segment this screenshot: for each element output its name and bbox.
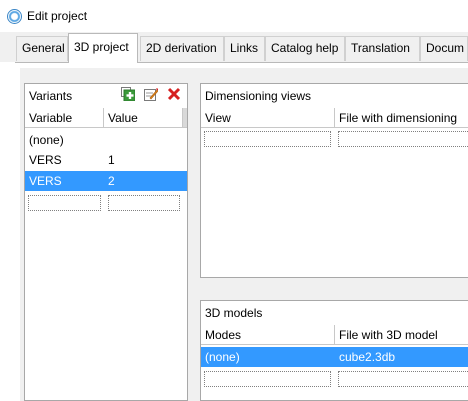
tab-2d-derivation[interactable]: 2D derivation: [140, 36, 224, 61]
dimensioning-title: Dimensioning views: [205, 89, 312, 103]
tab-links[interactable]: Links: [224, 36, 265, 61]
window-title: Edit project: [27, 9, 88, 23]
new-mode-input[interactable]: [204, 371, 331, 387]
table-row[interactable]: (none): [25, 130, 187, 150]
cell-value: 2: [108, 174, 115, 188]
column-header-value[interactable]: Value: [104, 108, 183, 128]
new-view-input[interactable]: [204, 131, 331, 147]
edit-icon[interactable]: [144, 87, 159, 101]
column-header-modes[interactable]: Modes: [201, 325, 335, 345]
column-header-file-with-dimensioning[interactable]: File with dimensioning: [335, 108, 468, 128]
variants-title: Variants: [29, 89, 73, 103]
tab-3d-project[interactable]: 3D project: [68, 33, 138, 63]
tab-catalog-help[interactable]: Catalog help: [265, 36, 345, 61]
header-filler: [183, 108, 187, 128]
column-header-variable[interactable]: Variable: [25, 108, 104, 128]
cell-mode: (none): [205, 350, 240, 364]
new-dimensioning-file-input[interactable]: [338, 131, 468, 147]
tab-documents[interactable]: Docum: [420, 36, 468, 61]
cell-value: 1: [108, 153, 115, 167]
cell-variable: VERS: [29, 174, 62, 188]
add-icon[interactable]: [121, 87, 136, 102]
tab-translation[interactable]: Translation: [345, 36, 420, 61]
column-header-view[interactable]: View: [201, 108, 335, 128]
table-row-selected[interactable]: (none) cube2.3db: [201, 347, 468, 367]
table-row[interactable]: VERS 1: [25, 150, 187, 170]
new-value-input[interactable]: [108, 195, 180, 211]
cell-file: cube2.3db: [339, 350, 396, 364]
delete-icon[interactable]: [167, 87, 181, 101]
column-header-file-with-3d-model[interactable]: File with 3D model: [335, 325, 468, 345]
models-title: 3D models: [205, 306, 263, 320]
tab-general[interactable]: General: [16, 36, 68, 61]
cell-variable: VERS: [29, 153, 62, 167]
app-icon: [7, 9, 22, 24]
new-variable-input[interactable]: [28, 195, 101, 211]
table-row-selected[interactable]: VERS 2: [25, 171, 187, 191]
cell-variable: (none): [29, 133, 64, 147]
new-3d-model-file-input[interactable]: [338, 371, 468, 387]
